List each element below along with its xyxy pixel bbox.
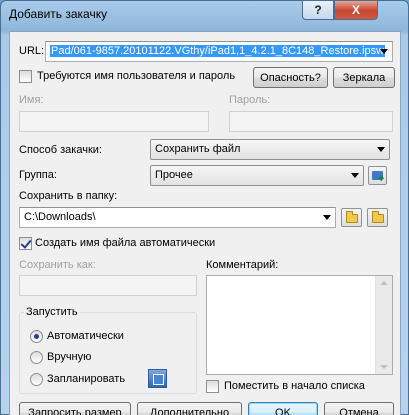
request-size-button[interactable]: Запросить размер (19, 402, 131, 415)
add-group-button[interactable]: + (368, 166, 387, 185)
username-label: Имя: (19, 94, 44, 106)
method-label: Способ закачки: (19, 144, 102, 156)
request-size-label: Запросить размер (28, 406, 122, 415)
dialog-client-area: URL: Pad/061-9857.20101122.VGthy/iPad1,1… (9, 31, 401, 415)
more-button[interactable]: Дополнительно (137, 402, 242, 415)
group-select[interactable]: Прочее (150, 165, 364, 186)
save-as-label: Сохранить как: (19, 259, 96, 271)
close-button[interactable]: X (334, 1, 378, 20)
start-scheduled-radio[interactable] (30, 373, 43, 386)
mirrors-button[interactable]: Зеркала (333, 67, 395, 88)
password-field[interactable] (229, 111, 393, 132)
comment-scrollbar[interactable] (375, 276, 392, 374)
auth-required-checkbox[interactable] (19, 70, 32, 83)
cancel-button-label: Отмена (339, 406, 379, 415)
method-value: Сохранить файл (155, 143, 241, 155)
add-download-dialog: Добавить закачку ? X URL: Pad/061-9857.2… (0, 0, 409, 415)
save-as-field[interactable] (19, 275, 197, 296)
password-label: Пароль: (229, 94, 271, 106)
scroll-up-icon[interactable] (380, 281, 388, 285)
chevron-down-icon (377, 147, 385, 152)
url-value: Pad/061-9857.20101122.VGthy/iPad1,1_4.2.… (50, 45, 386, 57)
scroll-down-icon[interactable] (380, 365, 388, 369)
danger-button-label: Опасность? (260, 71, 321, 84)
url-label: URL: (19, 45, 45, 57)
username-field[interactable] (19, 111, 209, 132)
more-button-label: Дополнительно (149, 406, 230, 415)
comment-label: Комментарий: (206, 259, 279, 271)
start-auto-label: Автоматически (47, 330, 124, 342)
window-title: Добавить закачку (9, 7, 108, 21)
group-label: Группа: (19, 169, 57, 181)
ok-button[interactable]: OK (248, 402, 318, 415)
start-manual-label: Вручную (47, 351, 92, 363)
plus-icon: + (378, 173, 385, 185)
ok-button-label: OK (275, 406, 291, 415)
url-input[interactable]: Pad/061-9857.20101122.VGthy/iPad1,1_4.2.… (45, 41, 393, 62)
start-manual-radio[interactable] (30, 351, 43, 364)
folder-input[interactable]: C:\Downloads\ (19, 207, 336, 228)
start-auto-radio[interactable] (30, 330, 43, 343)
top-of-list-label: Поместить в начало списка (224, 380, 365, 392)
danger-button[interactable]: Опасность? (253, 67, 328, 88)
mirrors-button-label: Зеркала (342, 71, 386, 84)
comment-textarea[interactable] (206, 275, 393, 375)
top-of-list-checkbox[interactable] (206, 380, 219, 393)
auto-filename-checkbox[interactable] (19, 237, 32, 250)
folder-label: Сохранить в папку: (19, 190, 118, 202)
start-scheduled-label: Запланировать (47, 373, 126, 385)
start-group-title: Запустить (24, 306, 80, 318)
browse-folder-button[interactable] (341, 208, 362, 227)
group-value: Прочее (155, 169, 193, 181)
auto-filename-label: Создать имя файла автоматически (35, 237, 216, 249)
close-icon: X (351, 3, 360, 17)
open-folder-button[interactable] (367, 208, 388, 227)
schedule-button[interactable] (148, 369, 167, 388)
folder-icon (346, 211, 358, 223)
folder-value: C:\Downloads\ (24, 211, 96, 223)
folder-open-icon (372, 211, 384, 223)
help-icon: ? (314, 3, 322, 17)
chevron-down-icon (351, 173, 359, 178)
help-button[interactable]: ? (302, 1, 334, 20)
auth-required-label: Требуются имя пользователя и пароль (37, 70, 236, 82)
chevron-down-icon[interactable] (380, 49, 388, 54)
cancel-button[interactable]: Отмена (324, 402, 394, 415)
chevron-down-icon[interactable] (323, 215, 331, 220)
method-select[interactable]: Сохранить файл (150, 139, 390, 160)
